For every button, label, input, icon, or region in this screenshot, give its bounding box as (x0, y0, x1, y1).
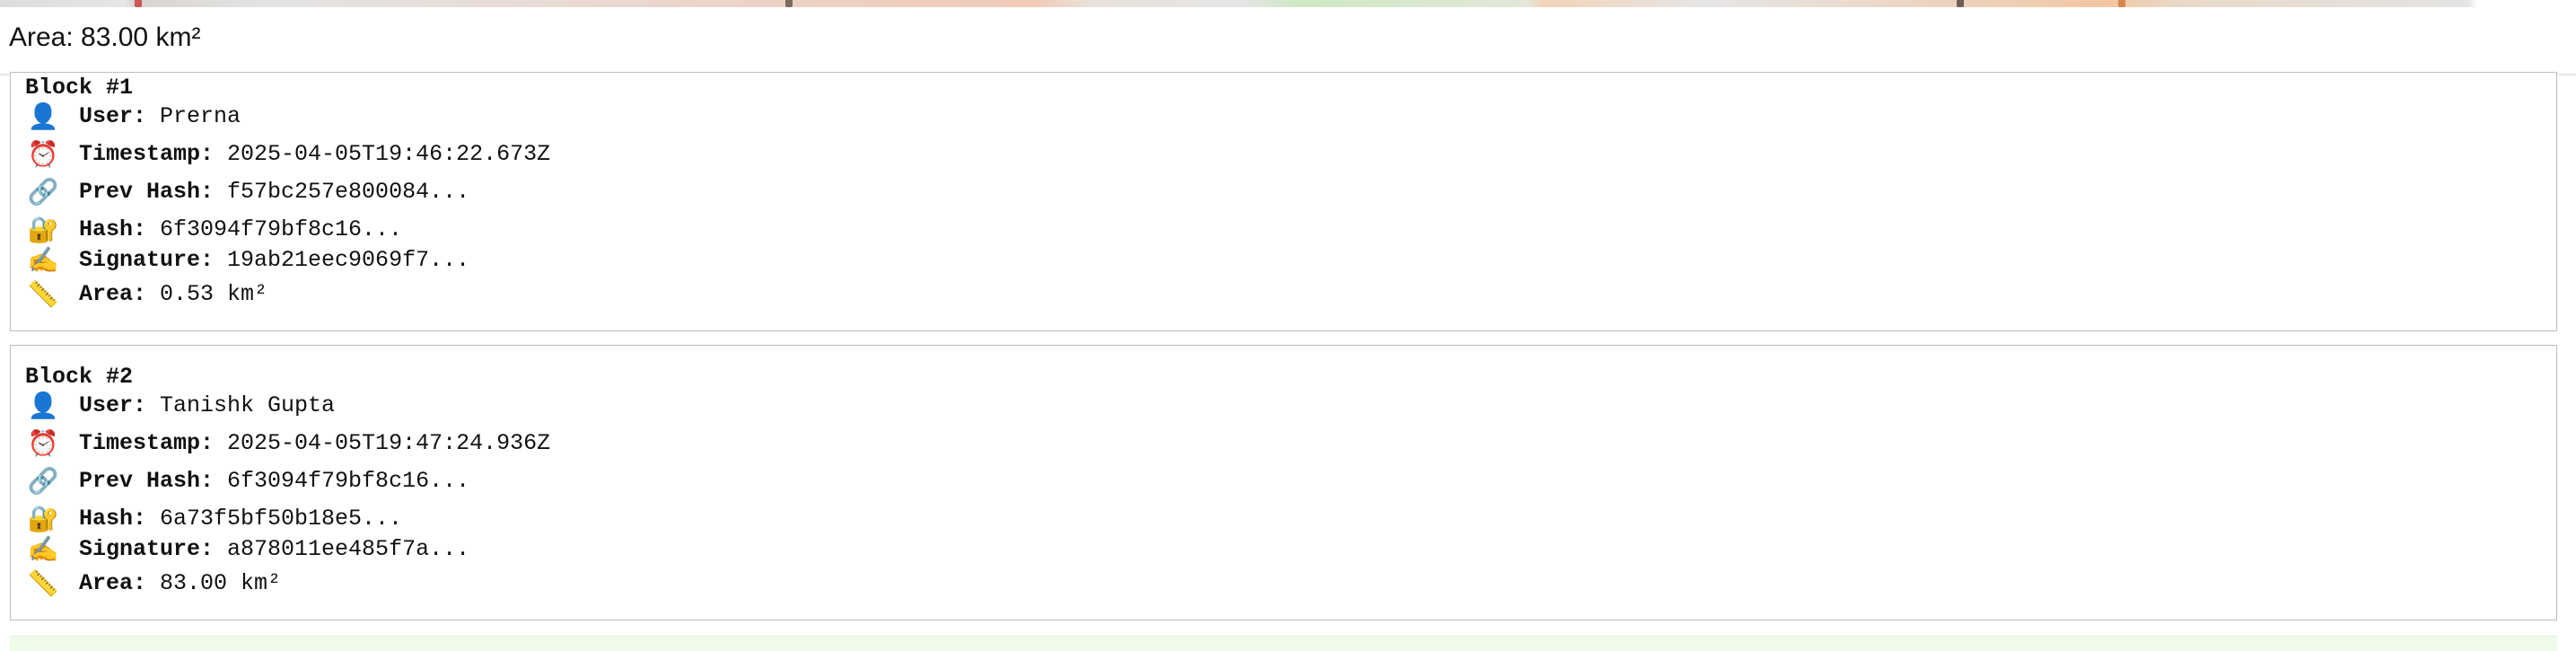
block-row-prev-hash: 🔗 Prev Hash: f57bc257e800084... (25, 175, 470, 207)
area-summary-bar: Area: 83.00 km² (0, 7, 2576, 75)
row-value: 6f3094f79bf8c16... (214, 467, 470, 494)
lock-icon: 🔐 (27, 503, 59, 533)
block-row-signature: ✍️ Signature: a878011ee485f7a... (25, 532, 470, 565)
row-key: Area: (79, 280, 147, 307)
block-row-hash: 🔐 Hash: 6a73f5bf50b18e5... (25, 502, 403, 534)
row-value: 6a73f5bf50b18e5... (146, 505, 403, 532)
block-card: Block #1 👤 User: Prerna ⏰ Timestamp: 202… (10, 72, 2557, 331)
map-marker-icon[interactable] (2118, 0, 2125, 7)
row-key: Signature: (79, 535, 215, 562)
block-row-prev-hash: 🔗 Prev Hash: 6f3094f79bf8c16... (25, 464, 470, 497)
row-value: 6f3094f79bf8c16... (146, 216, 403, 242)
row-value: 83.00 km² (146, 569, 282, 596)
next-block-card-edge (10, 636, 2557, 651)
block-row-signature: ✍️ Signature: 19ab21eec9069f7... (25, 243, 470, 276)
row-key: Prev Hash: (79, 178, 215, 205)
block-title: Block #2 (25, 364, 134, 390)
ruler-icon: 📏 (27, 567, 59, 598)
row-key: Timestamp: (79, 429, 215, 456)
alarm-clock-icon: ⏰ (27, 138, 59, 169)
link-icon: 🔗 (27, 176, 59, 207)
row-value: 2025-04-05T19:47:24.936Z (214, 429, 551, 456)
row-value: 19ab21eec9069f7... (214, 246, 470, 273)
user-icon: 👤 (27, 390, 59, 420)
map-marker-icon[interactable] (785, 0, 793, 7)
map-marker-icon[interactable] (1957, 0, 1964, 7)
row-value: f57bc257e800084... (214, 178, 470, 205)
row-value: 0.53 km² (146, 280, 268, 307)
row-key: Timestamp: (79, 140, 215, 167)
row-key: User: (79, 391, 147, 418)
writing-hand-icon: ✍️ (27, 533, 59, 564)
block-row-user: 👤 User: Tanishk Gupta (25, 389, 336, 421)
ruler-icon: 📏 (27, 278, 59, 309)
link-icon: 🔗 (27, 465, 59, 496)
map-marker-icon[interactable] (135, 0, 142, 7)
row-key: Hash: (79, 505, 147, 532)
lock-icon: 🔐 (27, 214, 59, 244)
row-key: Prev Hash: (79, 467, 215, 494)
block-title: Block #1 (25, 75, 134, 101)
block-row-area: 📏 Area: 0.53 km² (25, 277, 267, 310)
row-value: Tanishk Gupta (146, 391, 336, 418)
user-icon: 👤 (27, 101, 59, 131)
writing-hand-icon: ✍️ (27, 244, 59, 275)
block-row-area: 📏 Area: 83.00 km² (25, 567, 281, 599)
row-key: Hash: (79, 216, 147, 242)
block-row-hash: 🔐 Hash: 6f3094f79bf8c16... (25, 213, 403, 245)
block-row-timestamp: ⏰ Timestamp: 2025-04-05T19:46:22.673Z (25, 137, 551, 170)
total-area-label: Area: 83.00 km² (9, 22, 201, 52)
block-card: Block #2 👤 User: Tanishk Gupta ⏰ Timesta… (10, 345, 2557, 620)
alarm-clock-icon: ⏰ (27, 427, 59, 458)
row-value: Prerna (146, 102, 241, 129)
row-key: Area: (79, 569, 147, 596)
block-row-user: 👤 User: Prerna (25, 100, 241, 132)
row-key: Signature: (79, 246, 215, 273)
map-background-strip[interactable] (0, 0, 2576, 7)
row-value: 2025-04-05T19:46:22.673Z (214, 140, 551, 167)
block-row-timestamp: ⏰ Timestamp: 2025-04-05T19:47:24.936Z (25, 427, 551, 459)
row-key: User: (79, 102, 147, 129)
row-value: a878011ee485f7a... (214, 535, 470, 562)
